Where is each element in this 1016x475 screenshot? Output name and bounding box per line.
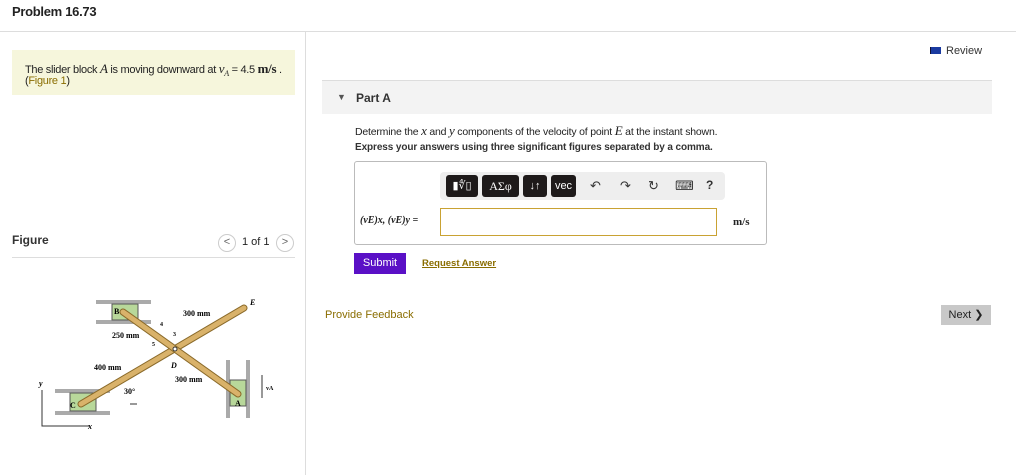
answer-input[interactable]	[440, 208, 717, 236]
reset-icon[interactable]: ↻	[648, 178, 659, 194]
label-A: A	[235, 399, 241, 408]
provide-feedback-link[interactable]: Provide Feedback	[325, 309, 414, 321]
review-label: Review	[946, 45, 983, 57]
label-B: B	[114, 307, 120, 316]
slope-5: 5	[152, 342, 155, 348]
label-E: E	[249, 298, 255, 307]
book-icon	[930, 47, 941, 54]
request-answer-link[interactable]: Request Answer	[422, 258, 496, 269]
answer-units: m/s	[733, 216, 750, 228]
undo-icon[interactable]: ↶	[590, 178, 601, 194]
keyboard-icon[interactable]: ⌨	[675, 178, 694, 194]
submit-button[interactable]: Submit	[354, 253, 406, 274]
label-vA: vA	[266, 386, 274, 392]
problem-title: Problem 16.73	[12, 4, 97, 19]
figure-link[interactable]: Figure 1	[28, 75, 66, 87]
prev-figure-button[interactable]: <	[218, 234, 236, 252]
text: )	[66, 75, 70, 87]
label-y: y	[38, 379, 43, 388]
label-D: D	[170, 361, 177, 370]
math-toolbar: ▮∜▯ ΑΣφ ↓↑ vec ↶ ↷ ↻ ⌨ ?	[440, 172, 725, 200]
label-C: C	[70, 401, 76, 410]
figure-diagram: B C D E A y x vA 300 mm 250 mm 400 mm 30…	[38, 298, 274, 431]
divider	[305, 31, 306, 475]
slope-3: 3	[173, 332, 176, 338]
text: = 4.5	[228, 64, 258, 76]
collapse-triangle-icon: ▼	[337, 92, 346, 102]
dim-250: 250 mm	[112, 331, 140, 340]
text: .	[276, 64, 282, 76]
part-label: Part A	[356, 91, 391, 105]
symbols-button[interactable]: ΑΣφ	[482, 175, 519, 197]
divider	[12, 257, 295, 258]
problem-statement: The slider block A is moving downward at…	[12, 50, 295, 95]
part-a-header[interactable]: ▼ Part A	[322, 80, 992, 114]
text: is moving downward at	[107, 64, 219, 76]
vec-button[interactable]: vec	[551, 175, 576, 197]
question-text: Determine the x and y components of the …	[355, 123, 718, 138]
instruction-text: Express your answers using three signifi…	[355, 142, 713, 153]
var: A	[100, 61, 108, 76]
slope-4: 4	[160, 322, 163, 328]
unit: m/s	[257, 61, 277, 76]
help-icon[interactable]: ?	[706, 178, 713, 192]
angle-30: 30°	[124, 387, 135, 396]
templates-button[interactable]: ▮∜▯	[446, 175, 478, 197]
figure-pager: 1 of 1	[242, 236, 270, 248]
pin-D	[172, 346, 178, 352]
answer-label: (vE)x, (vE)y =	[360, 215, 419, 226]
next-figure-button[interactable]: >	[276, 234, 294, 252]
label-x: x	[87, 422, 92, 431]
arrows-button[interactable]: ↓↑	[523, 175, 547, 197]
dim-300-lower: 300 mm	[175, 375, 203, 384]
redo-icon[interactable]: ↷	[620, 178, 631, 194]
next-button[interactable]: Next ❯	[941, 305, 991, 325]
figure-heading: Figure	[12, 233, 49, 247]
review-link[interactable]: Review	[930, 45, 982, 57]
dim-400: 400 mm	[94, 363, 122, 372]
dim-300-upper: 300 mm	[183, 309, 211, 318]
divider	[0, 31, 1016, 32]
